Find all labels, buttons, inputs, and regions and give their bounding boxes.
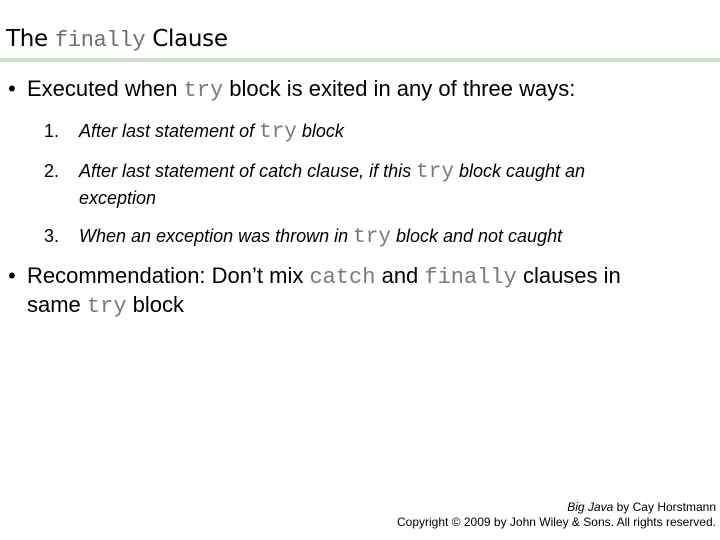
item-text: After last statement of catch clause, if… [79, 158, 585, 186]
text-run: block caught an [453, 161, 586, 181]
bullet-icon: • [8, 76, 16, 101]
title-code: finally [54, 28, 146, 53]
code-keyword: try [183, 78, 224, 103]
title-divider [0, 58, 720, 62]
bullet-1-text: Executed when try block is exited in any… [27, 74, 575, 106]
code-keyword: try [353, 226, 391, 249]
text-run: After last statement of catch clause, if… [79, 161, 417, 181]
footer: Big Java by Cay Horstmann Copyright © 20… [397, 500, 716, 530]
bullet-icon: • [8, 263, 16, 288]
text-run: same [27, 292, 87, 317]
footer-credit: Big Java by Cay Horstmann [397, 500, 716, 515]
text-run: Executed when [27, 76, 184, 101]
text-run: clauses in [516, 263, 621, 288]
text-run: and [375, 263, 425, 288]
code-keyword: finally [424, 265, 517, 290]
text-run: When an exception was thrown in [79, 226, 354, 246]
bullet-2-line1: Recommendation: Don’t mix catch and fina… [27, 261, 621, 293]
bullet-2-line2: same try block [27, 290, 184, 322]
code-keyword: try [86, 294, 127, 319]
code-keyword: try [259, 121, 297, 144]
title-post: Clause [152, 26, 228, 52]
slide-title: The finally Clause [6, 25, 228, 55]
text-run: block [126, 292, 185, 317]
text-run: After last statement of [79, 121, 260, 141]
book-title: Big Java [567, 500, 614, 514]
text-run: block is exited in any of three ways: [223, 76, 576, 101]
code-keyword: try [416, 161, 454, 184]
code-keyword: catch [309, 265, 376, 290]
item-number: 2. [44, 161, 60, 181]
item-number: 3. [44, 226, 60, 246]
text-run: block [296, 121, 344, 141]
footer-copyright: Copyright © 2009 by John Wiley & Sons. A… [397, 515, 716, 529]
item-text: After last statement of try block [79, 118, 344, 146]
title-pre: The [6, 26, 48, 52]
item-number: 1. [44, 121, 60, 141]
item-text-line2: exception [79, 188, 157, 208]
text-run: Recommendation: Don’t mix [27, 263, 310, 288]
item-text: When an exception was thrown in try bloc… [79, 223, 562, 251]
text-run: block and not caught [390, 226, 563, 246]
book-author: by Cay Horstmann [613, 500, 716, 514]
